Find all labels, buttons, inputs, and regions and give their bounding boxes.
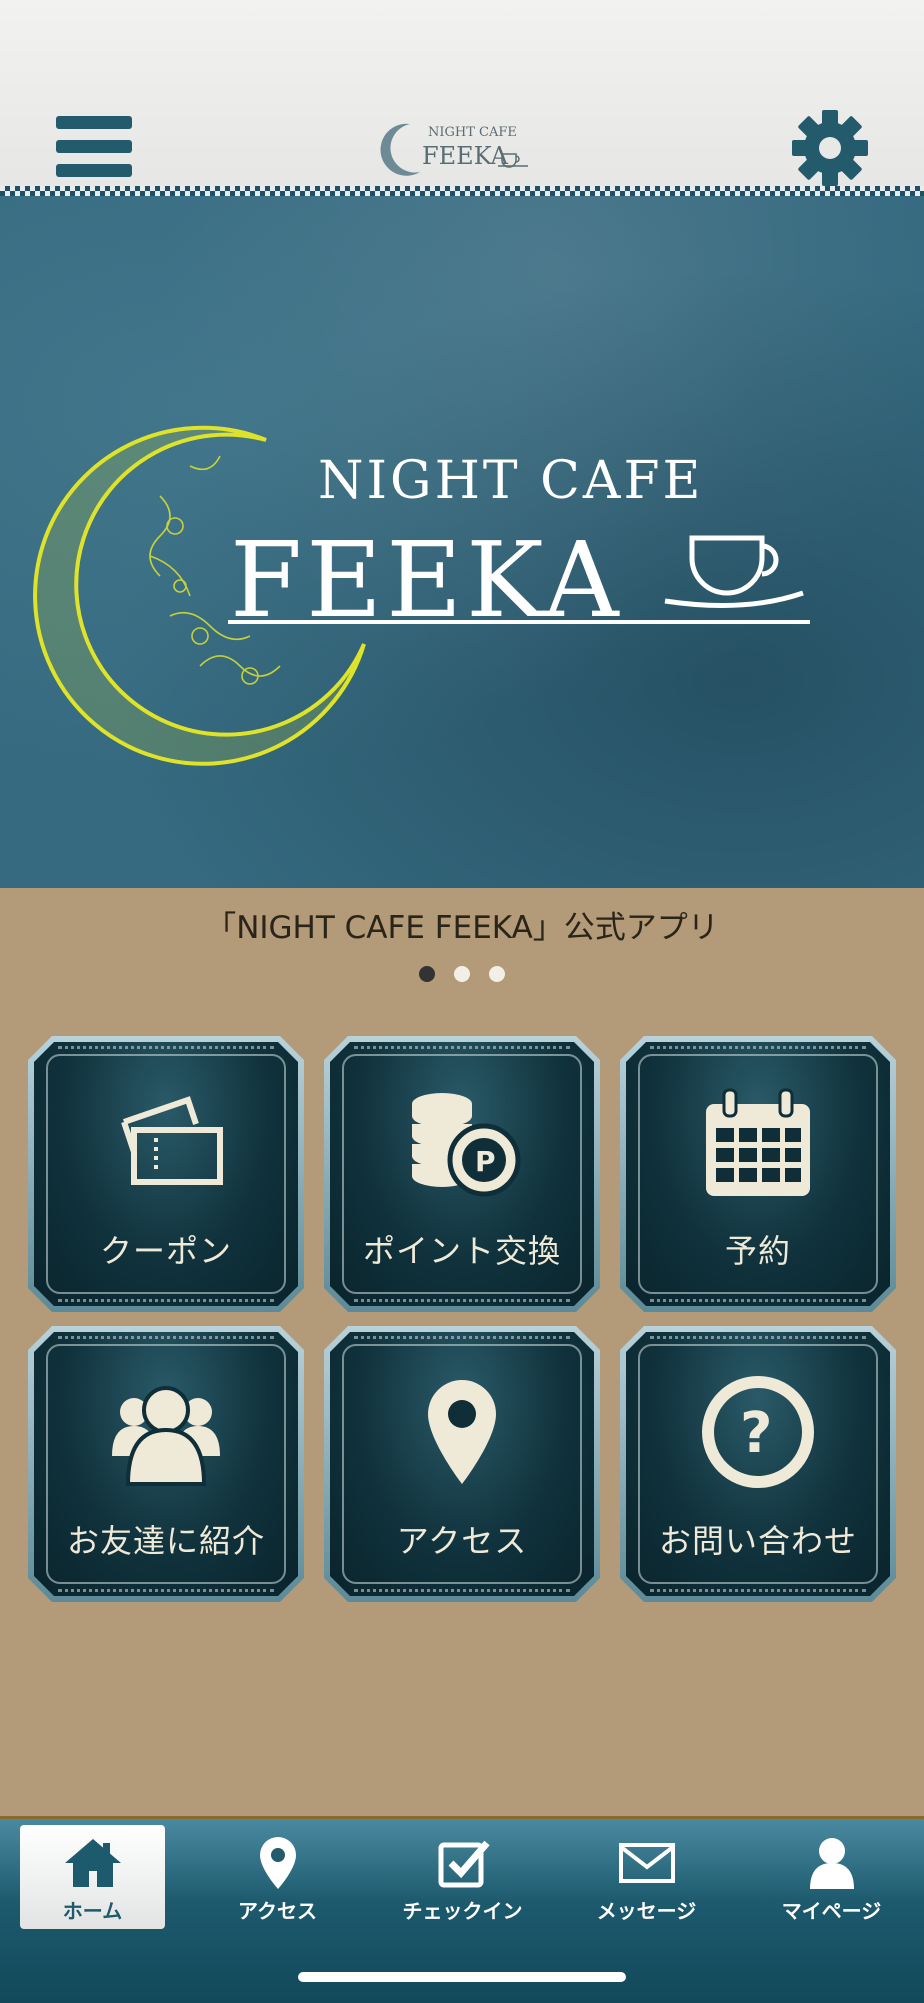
user-icon <box>809 1838 854 1889</box>
tile-contact[interactable]: ? お問い合わせ <box>620 1326 896 1602</box>
home-icon <box>64 1839 121 1887</box>
carousel-dot-2[interactable] <box>454 966 470 982</box>
tile-label: お問い合わせ <box>658 1522 857 1560</box>
tab-label: チェックイン <box>402 1899 523 1923</box>
tile-reservation[interactable]: 予約 <box>620 1036 896 1312</box>
tab-message[interactable]: メッセージ <box>574 1825 719 1929</box>
tab-label: マイページ <box>781 1899 882 1923</box>
tile-label: 予約 <box>724 1232 791 1270</box>
app-header: NIGHT CAFE FEEKA <box>0 0 924 190</box>
tab-label: メッセージ <box>596 1899 697 1923</box>
settings-gear-icon[interactable] <box>790 108 870 188</box>
carousel-dot-3[interactable] <box>489 966 506 982</box>
header-logo: NIGHT CAFE FEEKA <box>380 123 528 176</box>
map-pin-icon <box>428 1380 496 1484</box>
coins-point-icon: P <box>412 1093 521 1197</box>
carousel-dot-1[interactable] <box>418 966 435 982</box>
tab-checkin[interactable]: チェックイン <box>390 1825 535 1929</box>
calendar-icon <box>706 1088 810 1196</box>
svg-text:?: ? <box>740 1401 772 1466</box>
tile-label: ポイント交換 <box>362 1232 561 1270</box>
map-pin-icon <box>259 1837 296 1889</box>
tile-label: お友達に紹介 <box>66 1522 265 1560</box>
header-logo-top: NIGHT CAFE <box>428 125 517 140</box>
ticket-icon <box>121 1096 223 1185</box>
tile-coupon[interactable]: クーポン <box>28 1036 304 1312</box>
tab-home[interactable]: ホーム <box>20 1825 165 1929</box>
tab-label: アクセス <box>238 1899 317 1923</box>
svg-text:P: P <box>475 1145 496 1178</box>
header-divider <box>0 186 924 196</box>
banner-logo-top: NIGHT CAFE <box>318 451 704 511</box>
tab-label: ホーム <box>62 1899 123 1923</box>
header-logo-main: FEEKA <box>422 142 509 170</box>
tile-label: クーポン <box>99 1232 232 1270</box>
checkbox-icon <box>438 1840 490 1888</box>
tile-refer-friend[interactable]: お友達に紹介 <box>28 1326 304 1602</box>
banner-caption: 「NIGHT CAFE FEEKA」公式アプリ <box>205 910 719 946</box>
question-circle-icon: ? <box>702 1376 814 1488</box>
envelope-icon <box>618 1843 675 1883</box>
tile-point-exchange[interactable]: P ポイント交換 <box>324 1036 600 1312</box>
hamburger-menu-button[interactable] <box>56 116 132 180</box>
tile-access[interactable]: アクセス <box>324 1326 600 1602</box>
home-indicator <box>298 1972 626 1982</box>
tab-mypage[interactable]: マイページ <box>759 1825 904 1929</box>
tile-label: アクセス <box>396 1522 528 1560</box>
people-group-icon <box>112 1386 220 1486</box>
hero-banner[interactable]: NIGHT CAFE FEEKA <box>0 196 924 888</box>
carousel-dots[interactable] <box>0 966 924 986</box>
coffee-cup-icon <box>664 535 804 608</box>
tab-access[interactable]: アクセス <box>205 1825 350 1929</box>
